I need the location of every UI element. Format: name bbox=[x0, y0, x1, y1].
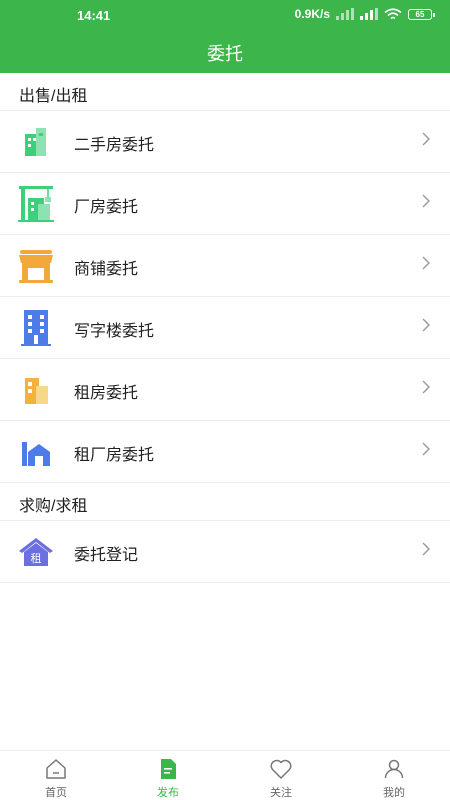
user-icon bbox=[384, 759, 404, 779]
chevron-right-icon bbox=[422, 542, 430, 556]
tab-label: 首页 bbox=[45, 787, 67, 799]
chevron-right-icon bbox=[422, 194, 430, 208]
rental-building-icon bbox=[25, 378, 48, 404]
bottom-tab-bar: 首页 发布 关注 我的 bbox=[0, 750, 450, 800]
list-item-office[interactable]: 写字楼委托 bbox=[0, 297, 450, 359]
section-header-sell-rent: 出售/出租 bbox=[0, 73, 450, 111]
house-rent-icon: 租 bbox=[19, 538, 53, 566]
list-item-label: 租厂房委托 bbox=[74, 447, 155, 464]
wifi-icon bbox=[384, 7, 402, 19]
document-icon bbox=[161, 759, 176, 779]
tab-label: 关注 bbox=[270, 787, 292, 799]
tab-publish[interactable]: 发布 bbox=[112, 751, 224, 800]
factory-crane-icon bbox=[18, 186, 54, 222]
tab-follow[interactable]: 关注 bbox=[225, 751, 337, 800]
title-bar: 委托 bbox=[0, 31, 450, 73]
chevron-right-icon bbox=[422, 318, 430, 332]
section-title: 求购/求租 bbox=[19, 498, 88, 515]
storefront-icon bbox=[19, 250, 53, 283]
status-indicators: 0.9K/s 65 bbox=[294, 7, 435, 21]
list-item-entrust-register[interactable]: 租 委托登记 bbox=[0, 521, 450, 583]
list-item-label: 写字楼委托 bbox=[74, 323, 155, 340]
rent-badge-text: 租 bbox=[31, 552, 42, 565]
list-item-label: 厂房委托 bbox=[74, 199, 139, 216]
page-title: 委托 bbox=[207, 44, 243, 64]
office-tower-icon bbox=[21, 310, 51, 346]
chevron-right-icon bbox=[422, 132, 430, 146]
section-title: 出售/出租 bbox=[19, 88, 88, 105]
chevron-right-icon bbox=[422, 380, 430, 394]
building-icon bbox=[25, 128, 46, 156]
list-item-rent-house[interactable]: 租房委托 bbox=[0, 359, 450, 421]
warehouse-icon bbox=[22, 442, 50, 466]
section-header-buy-rent: 求购/求租 bbox=[0, 483, 450, 521]
list-item-label: 委托登记 bbox=[74, 547, 139, 564]
battery-icon: 65 bbox=[408, 8, 435, 20]
list-item-second-hand-house[interactable]: 二手房委托 bbox=[0, 111, 450, 173]
status-bar: 14:41 0.9K/s 65 bbox=[0, 0, 450, 31]
list-item-rent-factory[interactable]: 租厂房委托 bbox=[0, 421, 450, 483]
tab-home[interactable]: 首页 bbox=[0, 751, 112, 800]
heart-icon bbox=[270, 759, 292, 779]
tab-mine[interactable]: 我的 bbox=[338, 751, 450, 800]
list-item-label: 商铺委托 bbox=[74, 261, 139, 278]
tab-label: 我的 bbox=[383, 787, 405, 799]
network-speed: 0.9K/s bbox=[294, 7, 330, 21]
status-time: 14:41 bbox=[77, 8, 111, 23]
list-item-label: 二手房委托 bbox=[74, 137, 155, 154]
home-icon bbox=[46, 759, 66, 779]
tab-label: 发布 bbox=[157, 787, 179, 799]
chevron-right-icon bbox=[422, 256, 430, 270]
signal-icon bbox=[336, 8, 354, 20]
list-item-label: 租房委托 bbox=[74, 385, 139, 402]
list-item-factory[interactable]: 厂房委托 bbox=[0, 173, 450, 235]
chevron-right-icon bbox=[422, 442, 430, 456]
signal-icon-2 bbox=[360, 8, 378, 20]
list-item-shop[interactable]: 商铺委托 bbox=[0, 235, 450, 297]
